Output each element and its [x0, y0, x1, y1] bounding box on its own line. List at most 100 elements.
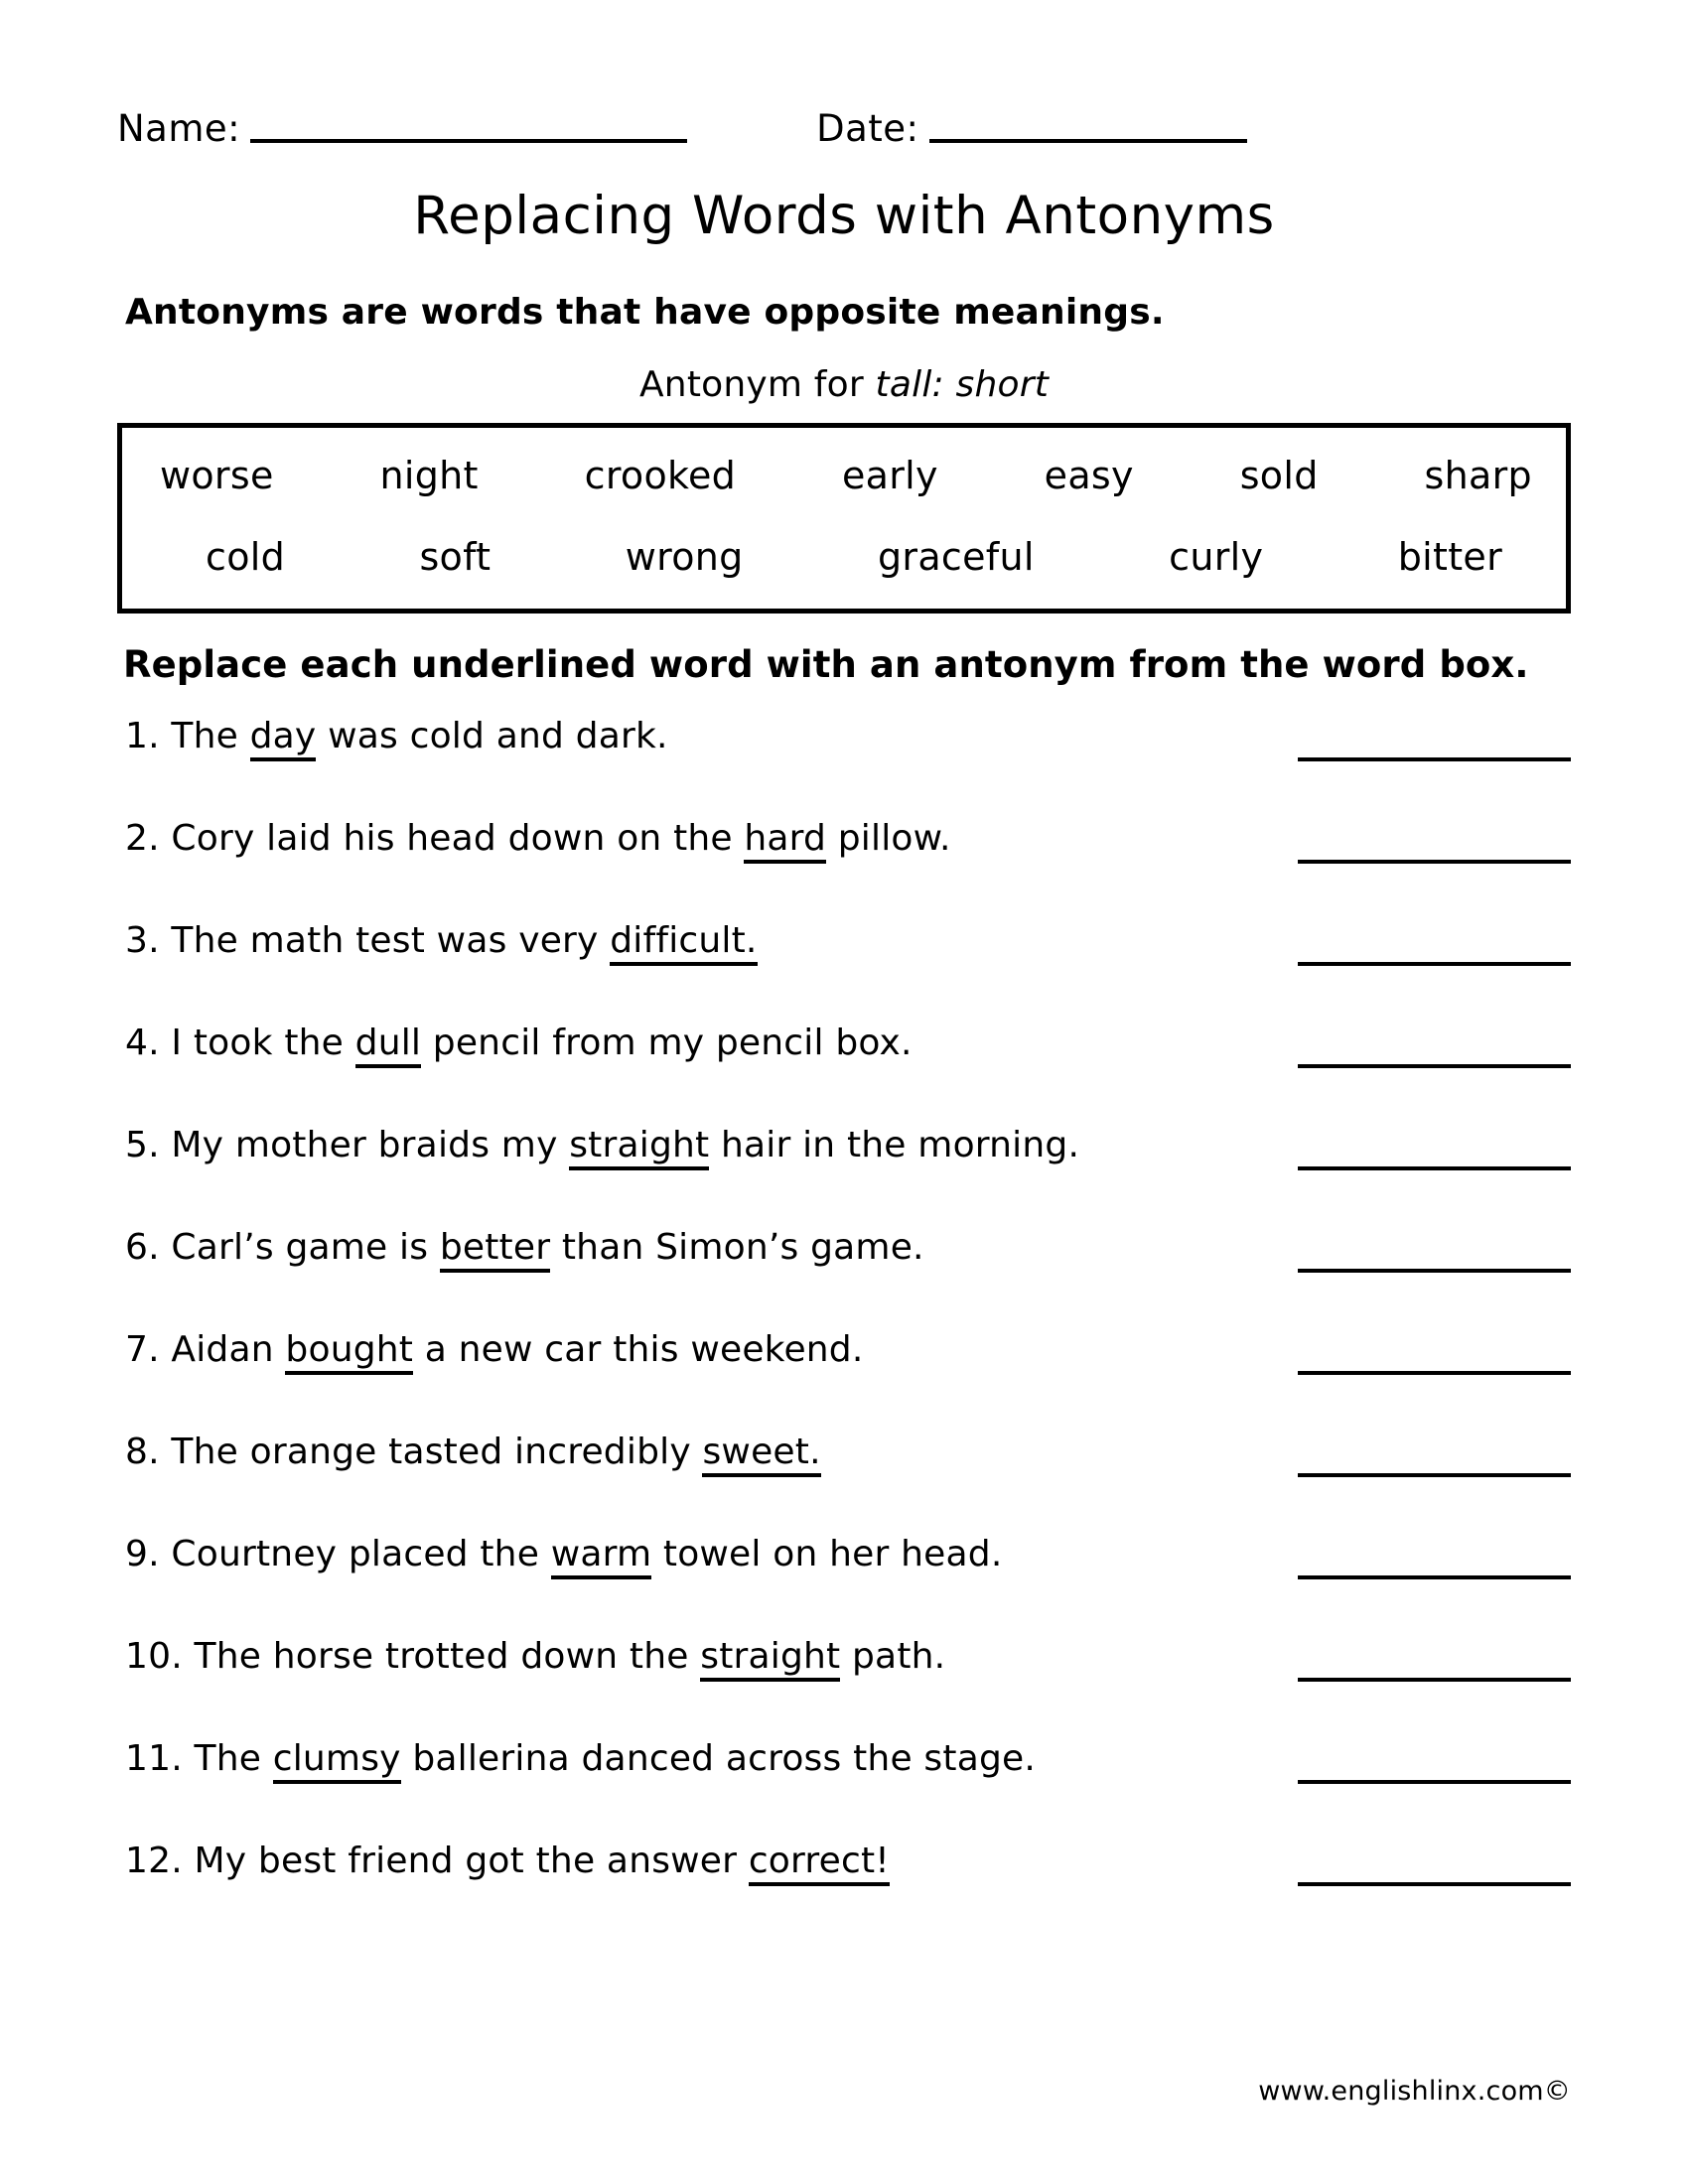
question-number: 9.: [125, 1533, 160, 1574]
question-row: 10. The horse trotted down the straight …: [117, 1635, 1571, 1738]
name-label: Name:: [117, 107, 241, 150]
question-text: 9. Courtney placed the warm towel on her…: [117, 1533, 1003, 1579]
question-text: 12. My best friend got the answer correc…: [117, 1840, 890, 1886]
word-box: worse night crooked early easy sold shar…: [117, 422, 1571, 614]
answer-write-line[interactable]: [1298, 1370, 1571, 1375]
question-number: 10.: [125, 1635, 183, 1677]
word-box-item: cold: [206, 534, 286, 579]
word-box-item: crooked: [584, 453, 737, 497]
question-text-after: ballerina danced across the stage.: [400, 1737, 1037, 1779]
underlined-word: straight: [700, 1635, 841, 1682]
question-text-before: The: [194, 1737, 273, 1779]
question-text-after: path.: [840, 1635, 946, 1677]
question-row: 9. Courtney placed the warm towel on her…: [117, 1533, 1571, 1636]
underlined-word: dull: [354, 1022, 422, 1068]
question-text: 8. The orange tasted incredibly sweet.: [117, 1431, 821, 1477]
underlined-word: warm: [550, 1533, 652, 1579]
question-text: 1. The day was cold and dark.: [117, 715, 668, 761]
word-box-item: soft: [419, 534, 492, 579]
question-text-before: The: [171, 715, 250, 756]
question-row: 8. The orange tasted incredibly sweet.: [117, 1431, 1571, 1534]
word-box-item: easy: [1044, 453, 1134, 497]
question-text-after: hair in the morning.: [709, 1124, 1080, 1165]
word-box-item: curly: [1169, 534, 1264, 579]
answer-write-line[interactable]: [1298, 1268, 1571, 1273]
question-row: 6. Carl’s game is better than Simon’s ga…: [117, 1226, 1571, 1329]
underlined-word: hard: [744, 817, 827, 864]
underlined-word: bought: [285, 1328, 414, 1375]
word-box-item: early: [841, 453, 938, 497]
question-text-before: My mother braids my: [171, 1124, 570, 1165]
question-row: 1. The day was cold and dark.: [117, 715, 1571, 818]
question-text-before: Courtney placed the: [171, 1533, 551, 1574]
answer-write-line[interactable]: [1298, 1779, 1571, 1784]
underlined-word: clumsy: [272, 1737, 401, 1784]
word-box-item: sharp: [1424, 453, 1532, 497]
word-box-item: night: [379, 453, 479, 497]
page-title: Replacing Words with Antonyms: [413, 186, 1275, 246]
word-box-item: graceful: [877, 534, 1035, 579]
date-field: Date:: [816, 107, 1247, 150]
name-write-line[interactable]: [250, 138, 688, 143]
question-text-before: The orange tasted incredibly: [171, 1431, 703, 1472]
underlined-word: difficult.: [610, 919, 758, 966]
question-row: 5. My mother braids my straight hair in …: [117, 1124, 1571, 1227]
question-text-before: Cory laid his head down on the: [171, 817, 745, 859]
question-text-after: a new car this weekend.: [413, 1328, 864, 1370]
answer-write-line[interactable]: [1298, 1881, 1571, 1886]
antonym-example-pair: tall: short: [875, 363, 1050, 405]
answer-write-line[interactable]: [1298, 961, 1571, 966]
question-text-after: than Simon’s game.: [550, 1226, 924, 1268]
word-box-item: sold: [1239, 453, 1319, 497]
answer-write-line[interactable]: [1298, 1063, 1571, 1068]
antonym-example-prefix: Antonym for: [638, 363, 876, 405]
worksheet-page: Name: Date: Replacing Words with Antonym…: [0, 0, 1688, 2184]
answer-write-line[interactable]: [1298, 1472, 1571, 1477]
question-text-before: The horse trotted down the: [194, 1635, 701, 1677]
question-text-before: I took the: [171, 1022, 355, 1063]
word-box-item: wrong: [625, 534, 744, 579]
question-row: 12. My best friend got the answer correc…: [117, 1840, 1571, 1943]
answer-write-line[interactable]: [1298, 1574, 1571, 1579]
question-text: 6. Carl’s game is better than Simon’s ga…: [117, 1226, 924, 1273]
date-label: Date:: [816, 107, 919, 150]
word-box-row-2: cold soft wrong graceful curly bitter: [156, 535, 1532, 579]
question-list: 1. The day was cold and dark. 2. Cory lai…: [117, 715, 1571, 1943]
word-box-item: bitter: [1397, 534, 1502, 579]
answer-write-line[interactable]: [1298, 1677, 1571, 1682]
question-row: 4. I took the dull pencil from my pencil…: [117, 1022, 1571, 1125]
question-row: 11. The clumsy ballerina danced across t…: [117, 1737, 1571, 1841]
question-text-after: towel on her head.: [651, 1533, 1003, 1574]
question-text: 7. Aidan bought a new car this weekend.: [117, 1328, 864, 1375]
underlined-word: correct!: [748, 1840, 890, 1886]
question-number: 11.: [125, 1737, 183, 1779]
question-text: 4. I took the dull pencil from my pencil…: [117, 1022, 913, 1068]
question-number: 6.: [125, 1226, 160, 1268]
student-info-row: Name: Date:: [117, 0, 1571, 147]
question-row: 3. The math test was very difficult.: [117, 919, 1571, 1023]
question-text: 10. The horse trotted down the straight …: [117, 1635, 946, 1682]
question-text: 11. The clumsy ballerina danced across t…: [117, 1737, 1037, 1784]
underlined-word: straight: [569, 1124, 710, 1170]
question-text-after: pencil from my pencil box.: [421, 1022, 913, 1063]
underlined-word: sweet.: [702, 1431, 821, 1477]
question-text-after: pillow.: [826, 817, 951, 859]
question-number: 7.: [125, 1328, 160, 1370]
word-box-row-1: worse night crooked early easy sold shar…: [156, 454, 1532, 497]
question-text-before: Carl’s game is: [171, 1226, 440, 1268]
date-write-line[interactable]: [928, 138, 1247, 143]
question-text-before: My best friend got the answer: [194, 1840, 749, 1881]
antonym-example: Antonym for tall: short: [117, 364, 1571, 405]
question-number: 8.: [125, 1431, 160, 1472]
answer-write-line[interactable]: [1298, 756, 1571, 761]
question-row: 7. Aidan bought a new car this weekend.: [117, 1328, 1571, 1432]
footer-credit: www.englishlinx.com©: [1258, 2076, 1571, 2107]
answer-write-line[interactable]: [1298, 1165, 1571, 1170]
question-number: 2.: [125, 817, 160, 859]
question-text-before: Aidan: [171, 1328, 286, 1370]
question-number: 5.: [125, 1124, 160, 1165]
name-field: Name:: [117, 107, 688, 150]
question-number: 4.: [125, 1022, 160, 1063]
answer-write-line[interactable]: [1298, 859, 1571, 864]
question-text: 2. Cory laid his head down on the hard p…: [117, 817, 951, 864]
